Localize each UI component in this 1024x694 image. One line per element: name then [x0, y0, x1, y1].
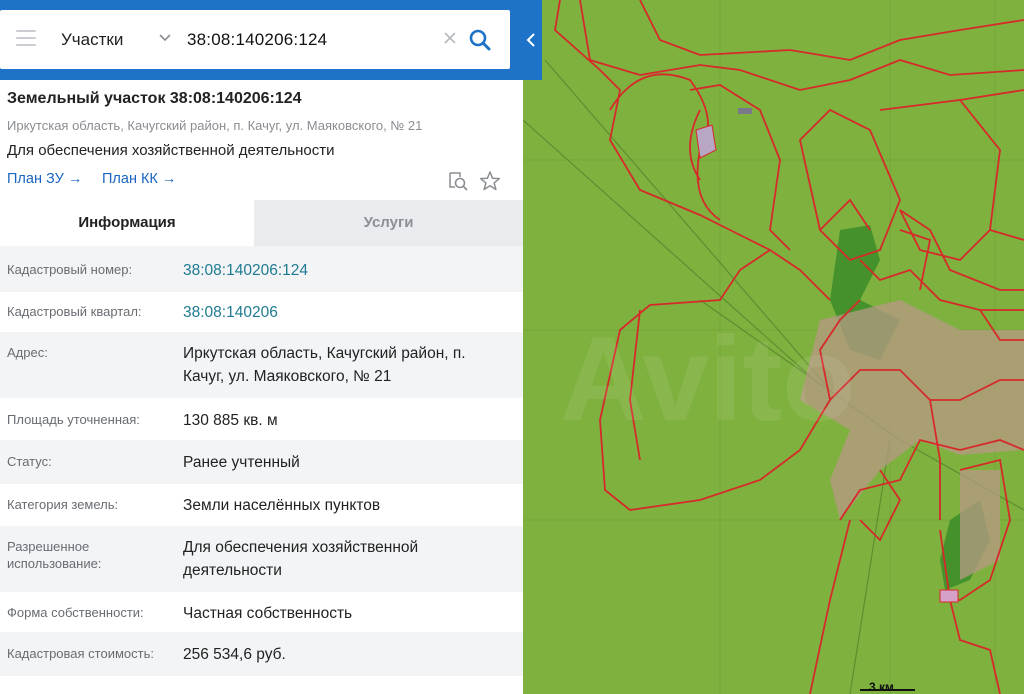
row-value: Частная собственность	[183, 605, 353, 622]
search-box: Участки 38:08:140206:124	[0, 10, 510, 69]
row-cadastral-value: Кадастровая стоимость: 256 534,6 руб.	[0, 632, 523, 676]
row-label: Адрес:	[7, 345, 48, 360]
row-status: Статус: Ранее учтенный	[0, 440, 523, 484]
row-value: Качуг, ул. Маяковского, № 21	[183, 368, 392, 385]
row-value: Земли населённых пунктов	[183, 497, 381, 514]
plan-zu-link[interactable]: План ЗУ →	[7, 171, 82, 187]
row-label: Кадастровый номер:	[7, 262, 133, 277]
star-icon[interactable]	[479, 170, 501, 192]
menu-icon[interactable]	[16, 30, 36, 48]
map-scale-label: 3 км	[869, 680, 894, 694]
cadastral-quarter-link[interactable]: 38:08:140206	[183, 301, 513, 324]
row-ownership: Форма собственности: Частная собственнос…	[0, 592, 523, 632]
parcel-address: Иркутская область, Качугский район, п. К…	[7, 118, 423, 133]
search-icon[interactable]	[466, 26, 494, 54]
row-value: 130 885 кв. м	[183, 412, 278, 429]
plan-kk-link[interactable]: План КК →	[102, 171, 176, 187]
svg-text:Avito: Avito	[560, 312, 856, 446]
row-area: Площадь уточненная: 130 885 кв. м	[0, 398, 523, 440]
layer-select-label[interactable]: Участки	[61, 30, 123, 50]
row-label: Кадастровая стоимость:	[7, 646, 154, 661]
row-value: деятельности	[183, 562, 282, 579]
chevron-down-icon[interactable]	[157, 29, 173, 45]
row-value: Ранее учтенный	[183, 454, 300, 471]
search-bar: Участки 38:08:140206:124	[0, 0, 542, 80]
info-panel: Земельный участок 38:08:140206:124 Иркут…	[0, 0, 523, 694]
row-label: Площадь уточненная:	[7, 412, 140, 427]
row-label: использование:	[7, 556, 102, 571]
row-label: Статус:	[7, 454, 52, 469]
row-value: 256 534,6 руб.	[183, 646, 286, 663]
row-value: Иркутская область, Качугский район, п.	[183, 345, 466, 362]
collapse-panel-icon[interactable]	[523, 28, 539, 52]
row-truncated	[0, 676, 523, 694]
row-label: Разрешенное	[7, 539, 90, 554]
cadastral-number-link[interactable]: 38:08:140206:124	[183, 259, 513, 282]
row-address: Адрес: Иркутская область, Качугский райо…	[0, 332, 523, 398]
row-cadastral-number: Кадастровый номер: 38:08:140206:124	[0, 246, 523, 292]
row-category: Категория земель: Земли населённых пункт…	[0, 484, 523, 526]
info-tabs: Информация Услуги	[0, 200, 523, 246]
row-label: Категория земель:	[7, 497, 119, 512]
tab-services[interactable]: Услуги	[254, 200, 523, 246]
search-input[interactable]: 38:08:140206:124	[187, 30, 327, 50]
zoom-to-object-icon[interactable]	[447, 170, 469, 192]
close-icon[interactable]	[442, 30, 458, 46]
row-permitted-use: Разрешенное использование: Для обеспечен…	[0, 526, 523, 592]
row-value: Для обеспечения хозяйственной	[183, 539, 419, 556]
parcel-title: Земельный участок 38:08:140206:124	[7, 90, 302, 107]
row-label: Форма собственности:	[7, 605, 144, 620]
row-cadastral-quarter: Кадастровый квартал: 38:08:140206	[0, 292, 523, 332]
parcel-usage: Для обеспечения хозяйственной деятельнос…	[7, 142, 335, 159]
row-label: Кадастровый квартал:	[7, 304, 142, 319]
tab-information[interactable]: Информация	[0, 200, 254, 246]
